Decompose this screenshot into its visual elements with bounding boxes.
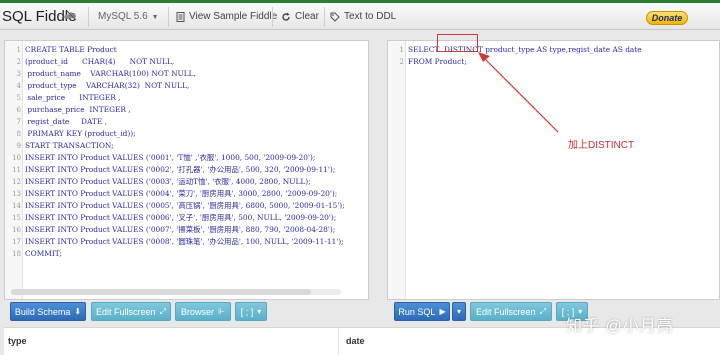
donate-button[interactable]: Donate — [646, 11, 688, 25]
edit-fullscreen-label: Edit Fullscreen — [96, 306, 156, 317]
line-number: 11 — [12, 166, 21, 174]
line-number: 8 — [16, 130, 21, 138]
code-text: INSERT INTO Product VALUES ('0003', '运动T… — [25, 177, 311, 186]
clear-button[interactable]: Clear — [281, 11, 319, 22]
code-text: INSERT INTO Product VALUES ('0007', '擦菜板… — [25, 225, 336, 234]
clear-label: Clear — [295, 11, 319, 22]
code-text: INSERT INTO Product VALUES ('0001', 'T恤'… — [25, 153, 316, 162]
build-schema-button[interactable]: Build Schema ⬇ — [10, 302, 86, 321]
code-text: sale_price INTEGER , — [25, 93, 121, 102]
line-number-gutter — [388, 41, 406, 299]
browser-label: Browser — [181, 306, 215, 317]
sitemap-icon: ⊩ — [218, 307, 225, 316]
query-edit-fullscreen-label: Edit Fullscreen — [476, 306, 536, 317]
view-sample-label: View Sample Fiddle — [189, 11, 278, 22]
run-sql-button[interactable]: Run SQL ▶ — [394, 302, 450, 321]
code-text: PRIMARY KEY (product_id)); — [25, 129, 136, 138]
line-number: 12 — [12, 178, 21, 186]
column-divider — [338, 328, 339, 355]
line-number: 6 — [16, 106, 21, 114]
edit-fullscreen-button[interactable]: Edit Fullscreen ⤢ — [91, 302, 171, 321]
watermark: 知乎 @小月亮 — [566, 318, 674, 335]
line-number: 1 — [399, 46, 404, 54]
expand-icon: ⤢ — [159, 306, 166, 316]
chevron-down-icon: ▾ — [257, 307, 262, 316]
toolbar-divider — [272, 7, 273, 27]
horizontal-scrollbar[interactable] — [11, 289, 341, 295]
code-text: START TRANSACTION; — [25, 141, 114, 150]
line-number: 18 — [12, 250, 21, 258]
top-toolbar: SQL Fiddle MySQL 5.6 ▼ View Sample Fiddle… — [0, 0, 720, 30]
browser-button[interactable]: Browser ⊩ — [175, 302, 231, 321]
line-number: 10 — [12, 154, 21, 162]
code-text: (product_id CHAR(4) NOT NULL, — [25, 57, 175, 66]
scrollbar-thumb[interactable] — [11, 289, 311, 295]
column-header-date: date — [346, 336, 365, 346]
code-text: INSERT INTO Product VALUES ('0004', '菜刀'… — [25, 189, 338, 198]
toolbar-divider — [168, 7, 169, 27]
build-schema-label: Build Schema — [14, 306, 71, 317]
expand-icon: ⤢ — [539, 306, 546, 316]
line-number: 16 — [12, 226, 21, 234]
refresh-icon — [282, 12, 290, 21]
run-sql-label: Run SQL — [398, 306, 436, 317]
chevron-down-icon: ▾ — [456, 307, 461, 316]
code-text: INSERT INTO Product VALUES ('0002', '打孔器… — [25, 165, 336, 174]
sqlfiddle-window: SQL Fiddle MySQL 5.6 ▼ View Sample Fiddle… — [0, 0, 720, 355]
line-number: 17 — [12, 238, 21, 246]
line-number: 5 — [16, 94, 21, 102]
line-number: 2 — [16, 58, 21, 66]
tag-icon — [330, 11, 340, 22]
database-select-label: MySQL 5.6 — [98, 11, 148, 22]
line-number: 4 — [16, 82, 21, 90]
line-number: 9 — [16, 142, 21, 150]
code-text: INSERT INTO Product VALUES ('0008', '圆珠笔… — [25, 237, 344, 246]
code-text: product_name VARCHAR(100) NOT NULL, — [25, 69, 196, 78]
annotation-text: 加上DISTINCT — [568, 140, 635, 151]
toolbar-divider — [88, 7, 89, 27]
code-text: INSERT INTO Product VALUES ('0006', '叉子'… — [25, 213, 337, 222]
annotation-arrow — [478, 52, 559, 133]
toolbar-divider — [324, 7, 325, 27]
line-number: 7 — [16, 118, 21, 126]
code-text: CREATE TABLE Product — [25, 45, 117, 54]
fiddle-icon — [64, 10, 77, 21]
code-text: INSERT INTO Product VALUES ('0005', '高压锅… — [25, 201, 345, 210]
schema-editor[interactable]: 1 CREATE TABLE Product 2 (product_id CHAR(4… — [4, 40, 369, 300]
text-to-ddl-button[interactable]: Text to DDL — [330, 11, 396, 22]
line-number: 13 — [12, 190, 21, 198]
run-sql-dropdown[interactable]: ▾ — [452, 302, 466, 321]
chevron-down-icon: ▼ — [151, 14, 159, 21]
line-number: 1 — [16, 46, 21, 54]
download-icon: ⬇ — [74, 307, 82, 316]
code-text: purchase_price INTEGER , — [25, 105, 131, 114]
view-sample-fiddle-button[interactable]: View Sample Fiddle — [176, 11, 277, 22]
line-number: 3 — [16, 70, 21, 78]
code-text: COMMIT; — [25, 249, 62, 258]
line-number: 14 — [12, 202, 21, 210]
line-number: 2 — [399, 58, 404, 66]
line-number: 15 — [12, 214, 21, 222]
code-text: regist_date DATE , — [25, 117, 107, 126]
text-to-ddl-label: Text to DDL — [344, 11, 397, 22]
separator-label: [ ; ] — [240, 306, 254, 317]
database-select[interactable]: MySQL 5.6 ▼ — [98, 11, 159, 22]
code-text: product_type VARCHAR(32) NOT NULL, — [25, 81, 190, 90]
code-text: FROM Product; — [408, 57, 467, 66]
query-edit-fullscreen-button[interactable]: Edit Fullscreen ⤢ — [470, 302, 552, 321]
play-icon: ▶ — [439, 307, 446, 316]
column-header-type: type — [8, 336, 27, 346]
document-icon — [176, 11, 185, 22]
schema-separator-dropdown[interactable]: [ ; ] ▾ — [235, 302, 267, 321]
